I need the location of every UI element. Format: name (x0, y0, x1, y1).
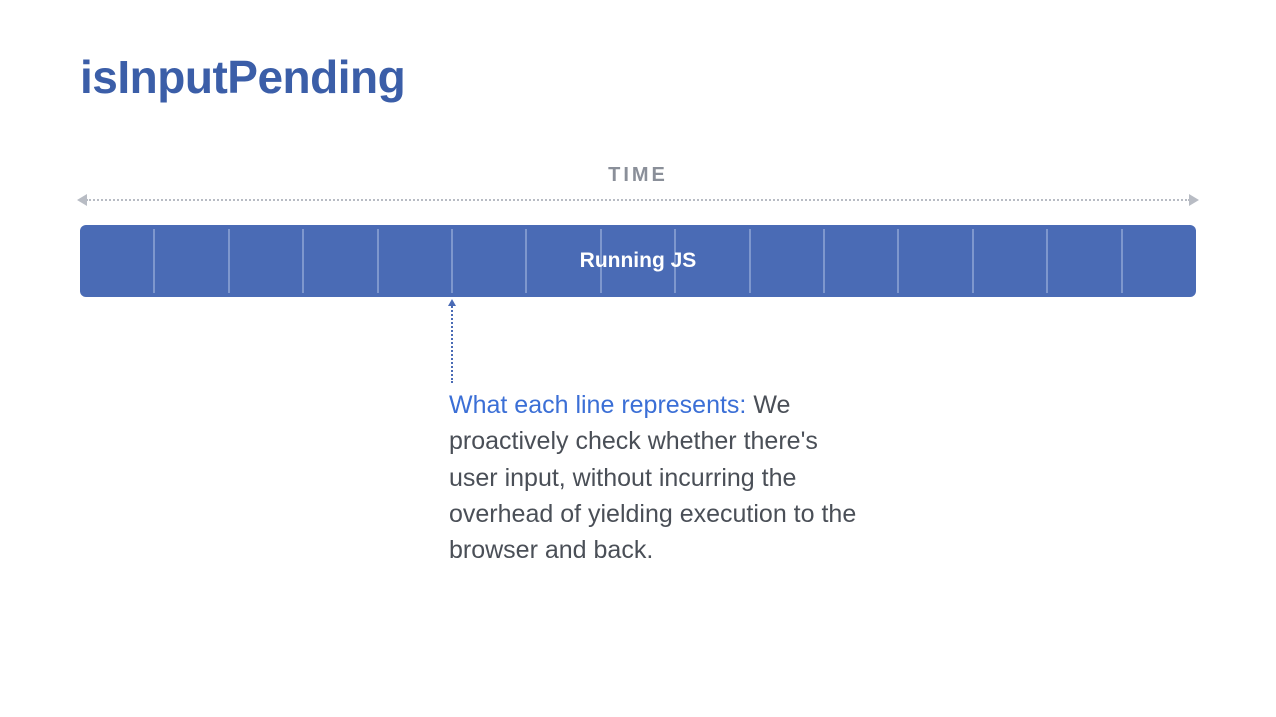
bar-tick (1046, 229, 1048, 293)
bar-tick (897, 229, 899, 293)
time-axis-line (86, 199, 1190, 201)
annotation-lead: What each line represents: (449, 391, 746, 419)
running-js-bar: Running JS (80, 225, 1196, 297)
bar-tick (153, 229, 155, 293)
time-axis (80, 193, 1196, 207)
bar-tick (451, 229, 453, 293)
bar-tick (823, 229, 825, 293)
page-title: isInputPending (80, 50, 1196, 104)
arrow-right-icon (1189, 194, 1199, 206)
bar-tick (302, 229, 304, 293)
running-js-bar-label: Running JS (580, 249, 697, 273)
annotation-text: What each line represents: We proactivel… (449, 387, 869, 568)
time-axis-label: TIME (80, 164, 1196, 187)
annotation-pointer (451, 303, 453, 383)
slide: isInputPending TIME Running JS What each… (0, 0, 1276, 717)
bar-tick (749, 229, 751, 293)
bar-tick (972, 229, 974, 293)
bar-tick (1121, 229, 1123, 293)
bar-tick (525, 229, 527, 293)
bar-tick (377, 229, 379, 293)
bar-tick (228, 229, 230, 293)
arrow-up-icon (448, 299, 456, 306)
